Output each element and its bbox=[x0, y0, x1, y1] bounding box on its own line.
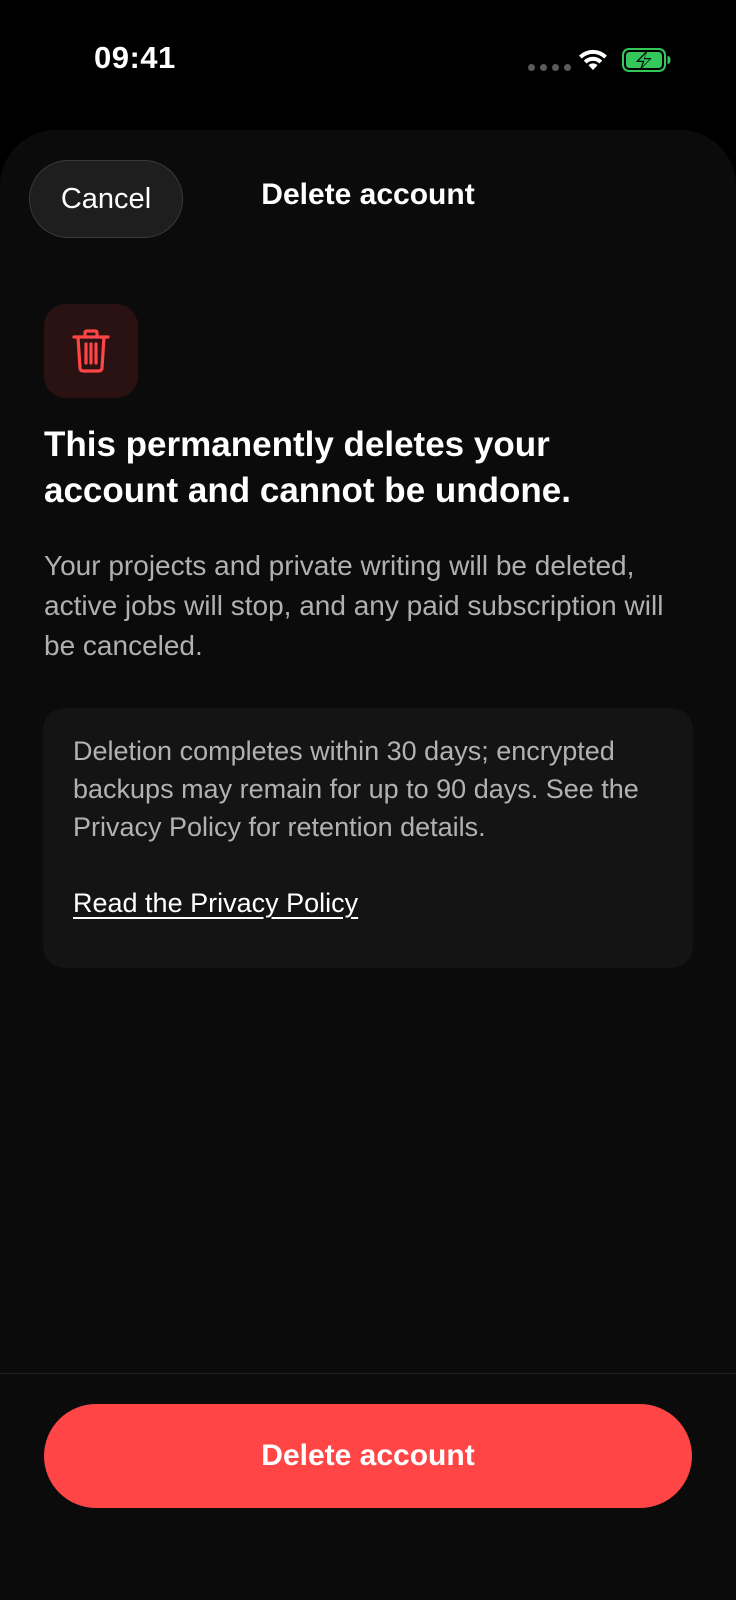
status-bar: 09:41 bbox=[0, 0, 736, 120]
signal-dots-icon bbox=[528, 64, 571, 71]
cancel-button[interactable]: Cancel bbox=[29, 160, 183, 238]
delete-account-button[interactable]: Delete account bbox=[44, 1404, 692, 1508]
screen: 09:41 Cancel Delete account This permane… bbox=[0, 0, 736, 1600]
status-time: 09:41 bbox=[94, 40, 176, 75]
privacy-policy-link[interactable]: Read the Privacy Policy bbox=[73, 884, 358, 922]
wifi-icon bbox=[579, 49, 607, 70]
trash-icon-tile bbox=[44, 304, 138, 398]
battery-charging-icon bbox=[622, 48, 671, 72]
sheet-title: Delete account bbox=[261, 178, 475, 211]
retention-info-text: Deletion completes within 30 days; encry… bbox=[73, 736, 639, 842]
trash-icon bbox=[72, 329, 110, 373]
delete-account-sheet: Cancel Delete account This permanently d… bbox=[0, 130, 736, 1600]
consequences-text: Your projects and private writing will b… bbox=[44, 550, 664, 661]
warning-headline: This permanently deletes your account an… bbox=[44, 425, 571, 510]
footer-divider bbox=[0, 1373, 736, 1374]
retention-info-card: Deletion completes within 30 days; encry… bbox=[43, 708, 693, 968]
